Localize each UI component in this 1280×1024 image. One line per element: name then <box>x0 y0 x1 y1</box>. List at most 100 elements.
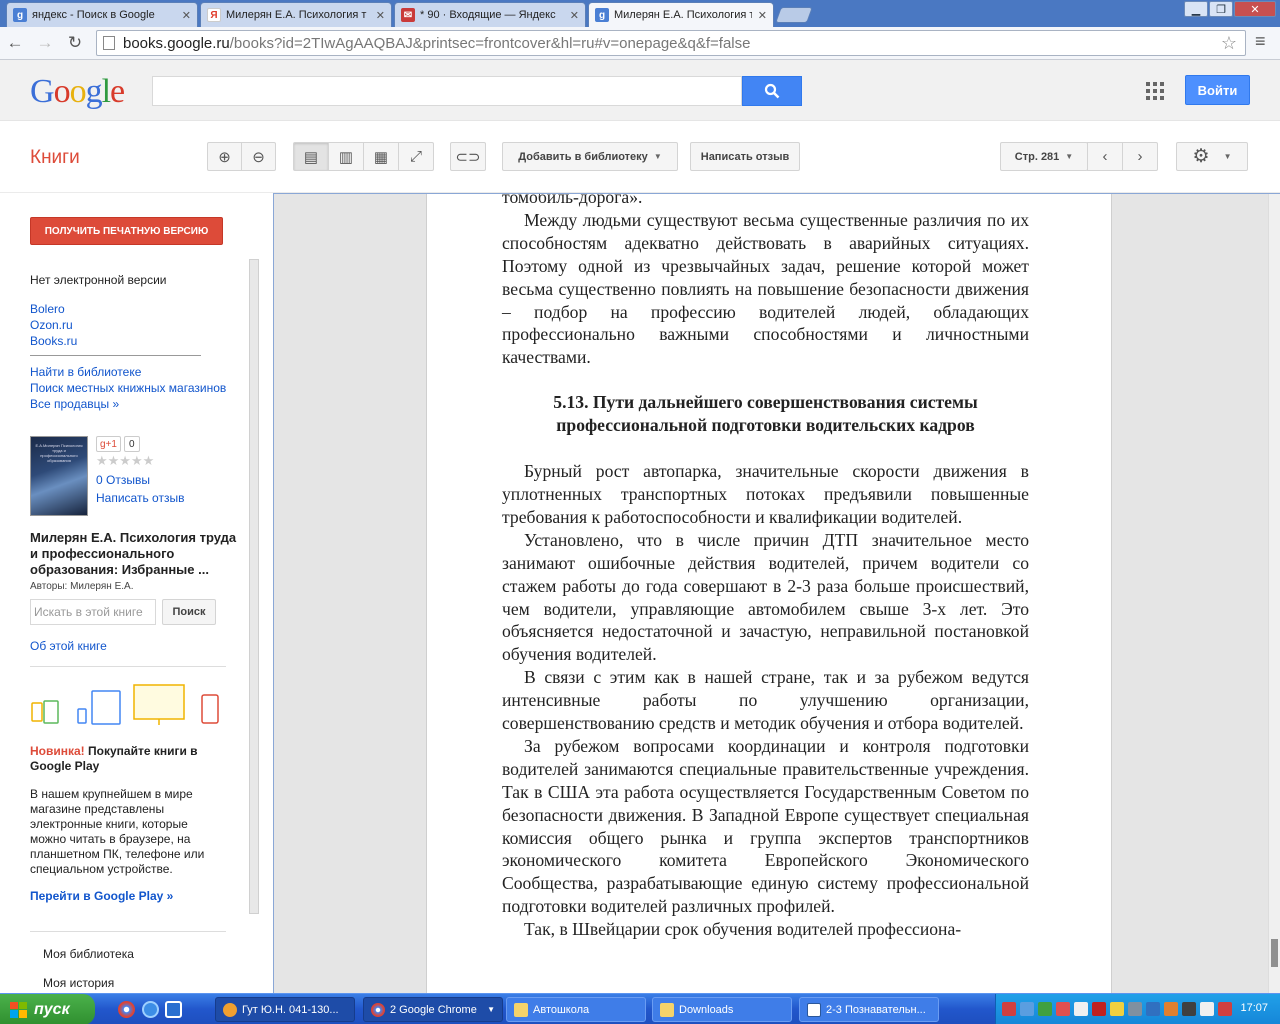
taskbar-item[interactable]: 2-3 Познавательн... <box>799 997 939 1022</box>
google-g-icon: g <box>595 8 609 22</box>
internet-explorer-icon[interactable] <box>142 1001 159 1018</box>
tray-icon[interactable] <box>1056 1002 1070 1016</box>
forward-arrow-icon[interactable]: → <box>34 33 56 53</box>
logo-letter: o <box>69 73 87 110</box>
tray-icon[interactable] <box>1110 1002 1124 1016</box>
chevron-left-icon: ‹ <box>1102 148 1108 165</box>
windows-taskbar: пуск Гут Ю.Н. 041-130... 2 Google Chrome… <box>0 993 1280 1024</box>
reviews-link[interactable]: 0 Отзывы <box>96 473 150 487</box>
all-sellers-link[interactable]: Все продавцы » <box>30 397 119 411</box>
link-button[interactable]: ⊂⊃ <box>450 142 486 171</box>
tray-icon[interactable] <box>1128 1002 1142 1016</box>
seller-link[interactable]: Bolero <box>30 302 65 316</box>
close-window-button[interactable]: ✕ <box>1234 1 1276 17</box>
tray-icon[interactable] <box>1074 1002 1088 1016</box>
back-arrow-icon[interactable]: ← <box>4 33 26 53</box>
my-history-link[interactable]: Моя история <box>43 976 114 990</box>
start-button[interactable]: пуск <box>0 994 95 1024</box>
browser-tab[interactable]: Я Милерян Е.А. Психология т ✕ <box>200 2 392 27</box>
tray-icon[interactable] <box>1146 1002 1160 1016</box>
google-search-input[interactable] <box>152 76 742 106</box>
tray-icon[interactable] <box>1218 1002 1232 1016</box>
seller-link[interactable]: Ozon.ru <box>30 318 73 332</box>
page-paragraph: За рубежом вопросами координации и контр… <box>502 735 1029 917</box>
page-paragraph: В связи с этим как в нашей стране, так и… <box>502 667 1029 734</box>
new-tab-button[interactable] <box>775 7 813 23</box>
no-ebook-text: Нет электронной версии <box>30 273 167 287</box>
tab-close-icon[interactable]: ✕ <box>758 9 767 22</box>
tray-icon[interactable] <box>1038 1002 1052 1016</box>
books-title[interactable]: Книги <box>30 147 80 169</box>
tray-icon[interactable] <box>1020 1002 1034 1016</box>
taskbar-item[interactable]: 2 Google Chrome ▼ <box>363 997 503 1022</box>
book-page: томобиль-дорога». Между людьми существую… <box>426 194 1112 993</box>
prev-page-button[interactable]: ‹ <box>1087 142 1123 171</box>
page-paragraph: Установлено, что в числе причин ДТП знач… <box>502 529 1029 665</box>
address-bar[interactable]: books.google.ru/books?id=2TIwAgAAQBAJ&pr… <box>96 30 1246 56</box>
reload-icon[interactable]: ↻ <box>64 33 86 53</box>
page-paragraph: Бурный рост автопарка, значительные скор… <box>502 461 1029 527</box>
google-logo[interactable]: Google <box>30 73 125 111</box>
two-page-view-button[interactable]: ▥ <box>328 142 364 171</box>
system-tray: 17:07 <box>995 994 1280 1024</box>
promo-new-label: Новинка! <box>30 744 85 758</box>
chrome-icon[interactable] <box>118 1001 135 1018</box>
taskbar-item[interactable]: Downloads <box>652 997 792 1022</box>
tray-icon[interactable] <box>1002 1002 1016 1016</box>
grid-icon: ▦ <box>373 148 389 166</box>
quick-launch-icon[interactable] <box>165 1001 182 1018</box>
page-paragraph: томобиль-дорога». <box>502 193 643 207</box>
search-in-book-input[interactable]: Искать в этой книге <box>30 599 156 625</box>
seller-link[interactable]: Books.ru <box>30 334 77 348</box>
sign-in-button[interactable]: Войти <box>1185 75 1250 105</box>
find-in-library-link[interactable]: Найти в библиотеке <box>30 365 141 379</box>
promo-title: Новинка! Покупайте книги в Google Play <box>30 744 220 774</box>
write-review-button[interactable]: Написать отзыв <box>690 142 800 171</box>
write-review-link[interactable]: Написать отзыв <box>96 491 184 505</box>
zoom-out-button[interactable]: ⊖ <box>241 142 276 171</box>
viewer-scrollbar[interactable] <box>1268 194 1280 993</box>
bookmark-star-icon[interactable]: ☆ <box>1221 33 1237 54</box>
tray-icon[interactable] <box>1182 1002 1196 1016</box>
url-path: /books?id=2TIwAgAAQBAJ&printsec=frontcov… <box>229 34 751 52</box>
minimize-button[interactable]: ▁ <box>1184 1 1208 17</box>
taskbar-item[interactable]: Гут Ю.Н. 041-130... <box>215 997 355 1022</box>
tray-icon[interactable] <box>1164 1002 1178 1016</box>
book-viewer[interactable]: томобиль-дорога». Между людьми существую… <box>273 193 1280 993</box>
page-selector[interactable]: Стр. 281 ▼ <box>1000 142 1088 171</box>
logo-letter: g <box>85 73 103 110</box>
zoom-in-button[interactable]: ⊕ <box>207 142 242 171</box>
tab-close-icon[interactable]: ✕ <box>376 9 385 22</box>
single-page-view-button[interactable]: ▤ <box>293 142 329 171</box>
tab-close-icon[interactable]: ✕ <box>182 9 191 22</box>
my-library-link[interactable]: Моя библиотека <box>43 947 134 961</box>
browser-tab-active[interactable]: g Милерян Е.А. Психология т ✕ <box>588 2 774 27</box>
next-page-button[interactable]: › <box>1122 142 1158 171</box>
google-play-link[interactable]: Перейти в Google Play » <box>30 889 173 903</box>
google-search-button[interactable] <box>742 76 802 106</box>
scrollbar-thumb[interactable] <box>1271 939 1278 967</box>
page-paragraph: Между людьми существуют весьма существен… <box>502 209 1029 368</box>
sidebar-scrollbar[interactable] <box>249 259 259 914</box>
gplus-button[interactable]: g+1 <box>96 436 121 452</box>
about-book-link[interactable]: Об этой книге <box>30 639 107 653</box>
chrome-menu-icon[interactable]: ≡ <box>1255 31 1266 52</box>
local-stores-link[interactable]: Поиск местных книжных магазинов <box>30 381 226 395</box>
search-in-book-button[interactable]: Поиск <box>162 599 216 625</box>
caret-down-icon: ▼ <box>487 1005 495 1014</box>
add-to-library-button[interactable]: Добавить в библиотеку ▼ <box>502 142 678 171</box>
get-print-button[interactable]: ПОЛУЧИТЬ ПЕЧАТНУЮ ВЕРСИЮ <box>30 217 223 245</box>
thumbnail-view-button[interactable]: ▦ <box>363 142 399 171</box>
volume-icon[interactable] <box>1200 1002 1214 1016</box>
maximize-button[interactable]: ❐ <box>1209 1 1233 17</box>
settings-button[interactable]: ⚙ ▼ <box>1176 142 1248 171</box>
fullscreen-button[interactable]: ⤢ <box>398 142 434 171</box>
browser-tab[interactable]: ✉ * 90 · Входящие — Яндекс ✕ <box>394 2 586 27</box>
taskbar-item[interactable]: Автошкола <box>506 997 646 1022</box>
apps-grid-icon[interactable] <box>1146 82 1164 100</box>
browser-tab[interactable]: g яндекс - Поиск в Google ✕ <box>6 2 198 27</box>
book-cover[interactable]: Е.А.Милерян Психология труда и профессио… <box>30 436 88 516</box>
tray-icon[interactable] <box>1092 1002 1106 1016</box>
tab-close-icon[interactable]: ✕ <box>570 9 579 22</box>
section-heading: 5.13. Пути дальнейшего совершенствования… <box>553 392 978 436</box>
